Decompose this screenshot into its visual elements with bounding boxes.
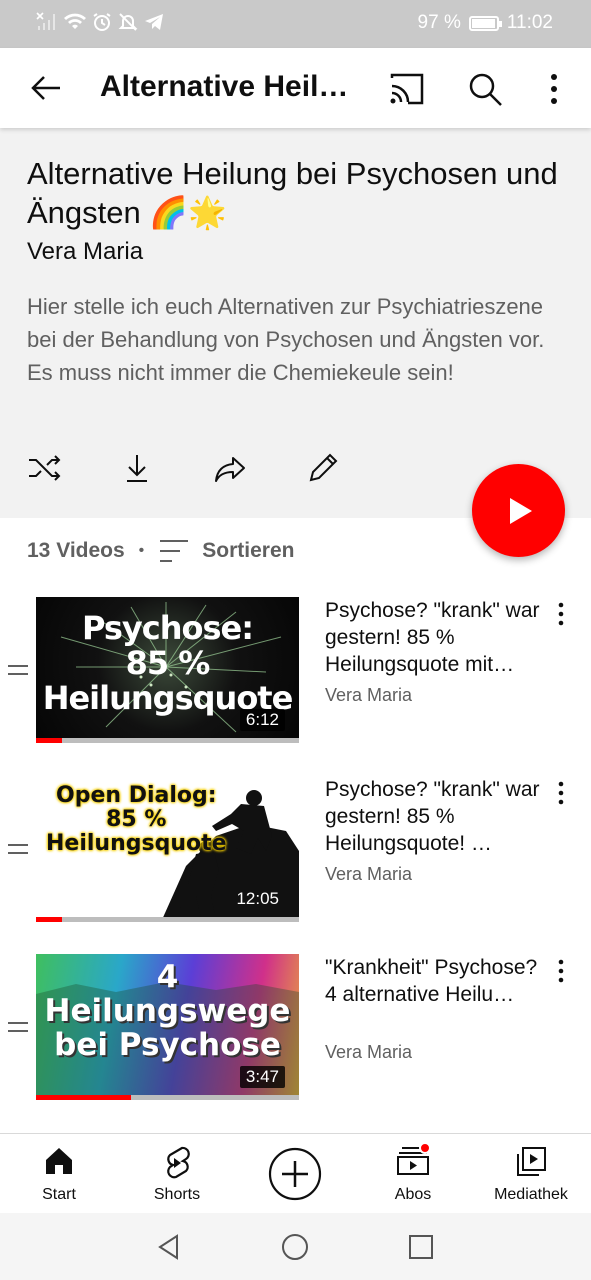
nav-create[interactable] [236,1134,354,1214]
watch-progress [36,1095,299,1100]
battery-icon [468,15,502,31]
video-duration: 3:47 [239,1066,285,1088]
home-icon [46,1148,72,1174]
back-arrow-icon[interactable] [28,70,64,106]
video-more-icon[interactable] [552,958,570,984]
video-channel: Vera Maria [325,864,413,884]
list-item[interactable]: 4 Heilungswege bei Psychose 3:47 "Krankh… [0,954,591,1114]
list-header: 13 Videos • Sortieren [27,538,294,564]
watch-progress [36,917,299,922]
nav-home-icon[interactable] [281,1233,309,1261]
nav-start[interactable]: Start [0,1134,118,1214]
thumb-line-1: Open Dialog: [56,783,217,808]
drag-handle-icon[interactable] [8,1022,28,1032]
playlist-header: Alternative Heilung bei Psychosen und Än… [0,128,591,518]
create-icon [268,1147,322,1201]
drag-handle-icon[interactable] [8,665,28,675]
video-title[interactable]: Psychose? "krank" war gestern! 85 % Heil… [325,776,540,857]
thumb-line-1: Psychose: [81,609,254,647]
playlist-description: Hier stelle ich euch Alternativen zur Ps… [27,294,545,385]
library-icon [517,1147,546,1176]
share-icon[interactable] [212,450,248,486]
video-channel: Vera Maria [325,685,413,705]
shorts-icon [167,1146,190,1179]
play-all-button[interactable] [472,464,565,557]
video-thumbnail[interactable]: 4 Heilungswege bei Psychose 3:47 [36,954,299,1100]
mute-icon [118,13,138,31]
nav-recents-icon[interactable] [407,1233,435,1261]
system-navigation [0,1213,591,1280]
nav-label: Abos [394,1186,432,1203]
video-count: 13 Videos [27,539,125,562]
nav-mediathek[interactable]: Mediathek [472,1134,590,1214]
nav-label: Mediathek [494,1186,568,1203]
notification-badge [419,1142,431,1154]
search-icon[interactable] [466,70,504,108]
video-thumbnail[interactable]: Open Dialog: 85 % Heilungsquote 12:05 [36,776,299,922]
sort-button[interactable]: Sortieren [202,539,294,563]
telegram-icon [145,14,163,30]
clock: 11:02 [506,12,553,33]
app-bar: Alternative Heilung bei Psychosen und Än… [0,48,591,128]
nav-label: Start [42,1186,76,1203]
status-icons [36,12,164,32]
sort-icon[interactable] [158,538,190,564]
nav-back-icon[interactable] [155,1233,183,1261]
app-bar-title: Alternative Heilung bei Psychosen und Än… [100,70,350,103]
bottom-navigation: Start Shorts Abos Mediathek [0,1133,591,1213]
status-bar: 97 % 11:02 [0,0,591,48]
list-item[interactable]: Open Dialog: 85 % Heilungsquote 12:05 Ps… [0,776,591,936]
list-item[interactable]: Psychose: 85 % Heilungsquote 6:12 Psycho… [0,597,591,757]
nav-label: Shorts [153,1186,201,1203]
separator-dot: • [138,542,145,559]
no-signal-icon [36,12,55,30]
nav-abos[interactable]: Abos [354,1134,472,1214]
nav-shorts[interactable]: Shorts [118,1134,236,1214]
video-more-icon[interactable] [552,780,570,806]
cast-icon[interactable] [388,72,426,106]
wifi-icon [64,13,86,29]
thumb-line-3: Heilungsquote [46,831,227,857]
video-duration: 6:12 [239,709,285,731]
video-duration: 12:05 [236,889,279,908]
thumb-line-1: 4 [156,959,179,995]
play-icon [510,498,532,524]
download-icon[interactable] [119,450,155,486]
video-more-icon[interactable] [552,601,570,627]
edit-pencil-icon[interactable] [305,450,341,486]
video-title[interactable]: "Krankheit" Psychose? 4 alternative Heil… [325,954,540,1008]
alarm-icon [93,13,111,31]
playlist-title: Alternative Heilung bei Psychosen und Än… [27,156,558,230]
status-right: 97 % 11:02 [418,12,553,34]
video-title[interactable]: Psychose? "krank" war gestern! 85 % Heil… [325,597,540,678]
playlist-actions [26,450,341,486]
thumb-line-2: 85 % [106,807,167,833]
watch-progress [36,738,299,743]
battery-percent: 97 % [417,12,461,33]
video-thumbnail[interactable]: Psychose: 85 % Heilungsquote 6:12 [36,597,299,743]
shuffle-icon[interactable] [26,450,62,486]
thumb-line-2: 85 % [125,644,211,683]
drag-handle-icon[interactable] [8,844,28,854]
more-vert-icon[interactable] [540,72,568,106]
thumb-line-3: bei Psychose [54,1027,281,1064]
video-channel: Vera Maria [325,1042,413,1062]
thumb-line-2: Heilungswege [44,993,291,1030]
playlist-owner[interactable]: Vera Maria [27,238,143,266]
